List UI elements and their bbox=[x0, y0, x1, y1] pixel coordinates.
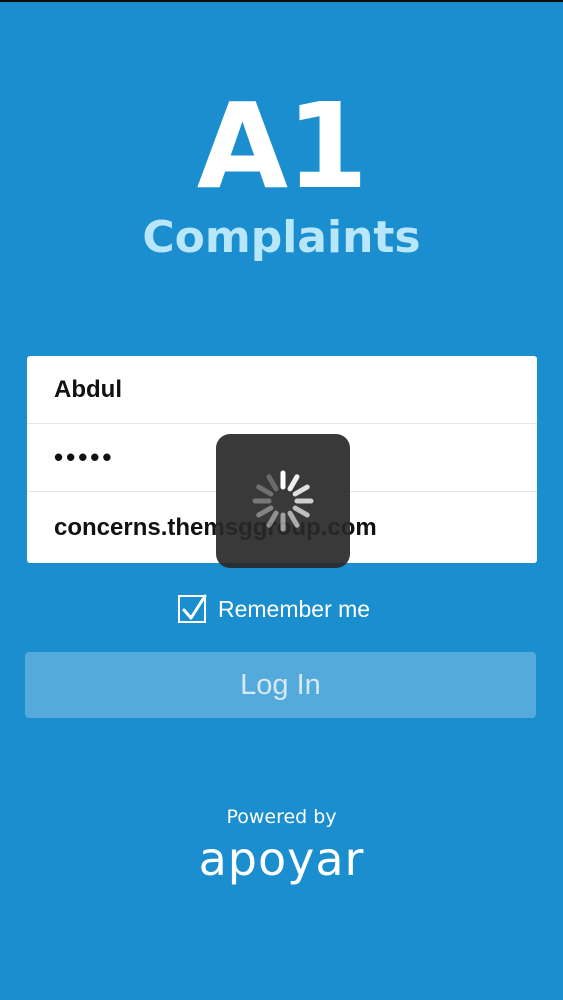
app-logo-title: A1 bbox=[196, 77, 368, 215]
username-field[interactable] bbox=[27, 356, 537, 423]
apoyar-logo: apoyar bbox=[198, 832, 365, 886]
username-row bbox=[27, 356, 537, 424]
login-screen: A1 Complaints Remember me Log In Powered… bbox=[0, 0, 563, 1000]
spinner-icon bbox=[252, 470, 314, 532]
remember-me-label: Remember me bbox=[218, 595, 371, 622]
login-button[interactable]: Log In bbox=[25, 652, 536, 718]
loading-indicator bbox=[216, 434, 350, 568]
checkmark-icon bbox=[182, 594, 207, 620]
remember-me-toggle[interactable]: Remember me bbox=[178, 592, 370, 626]
app-logo-subtitle: Complaints bbox=[142, 212, 421, 263]
remember-checkbox[interactable] bbox=[178, 594, 207, 623]
status-bar-edge bbox=[0, 0, 563, 2]
powered-by-text: Powered by bbox=[226, 806, 337, 828]
